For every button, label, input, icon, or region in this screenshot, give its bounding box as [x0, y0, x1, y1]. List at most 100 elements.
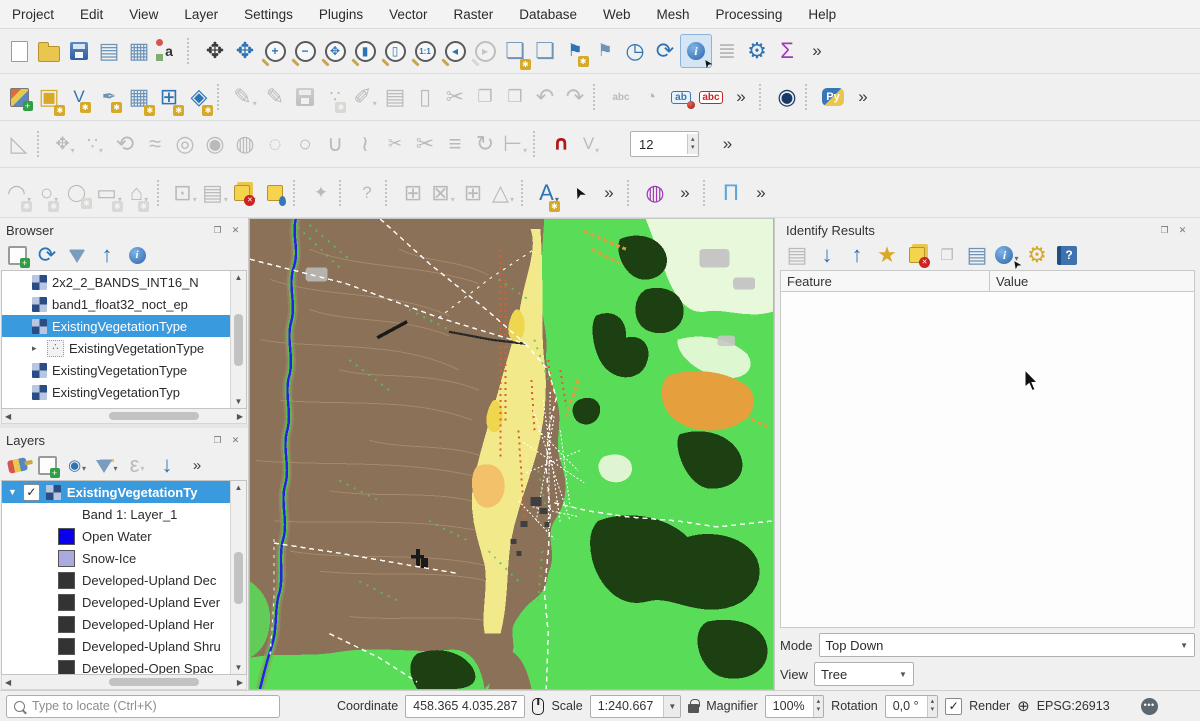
browser-item[interactable]: ExistingVegetationType — [2, 315, 231, 337]
delete-selected-icon[interactable]: ▯ — [410, 81, 440, 113]
style-manager-icon[interactable]: a — [154, 35, 184, 67]
building-plugin-icon[interactable]: Π — [716, 177, 746, 209]
panel-extension-button[interactable]: » — [184, 452, 210, 478]
layout-manager-icon[interactable]: ▦ — [124, 35, 154, 67]
new-3d-map-view-icon[interactable]: ❏ — [530, 35, 560, 67]
deselect-all-icon[interactable]: ▾ — [230, 177, 260, 209]
expand-arrow-icon[interactable]: ▼ — [8, 487, 17, 497]
toolbar-extension-button[interactable]: » — [848, 81, 878, 113]
copy-feature-icon[interactable]: ❐ — [934, 242, 960, 268]
expand-new-results-icon[interactable]: ★ — [874, 242, 900, 268]
open-form-icon[interactable]: ▤ — [784, 242, 810, 268]
toolbar-extension-button[interactable]: » — [594, 177, 624, 209]
toolbar-grip[interactable] — [293, 180, 303, 206]
identify-table-body[interactable] — [780, 292, 1195, 628]
menu-processing[interactable]: Processing — [716, 7, 783, 22]
snapping-tolerance-spinbox[interactable]: 12 ▴▾ — [630, 131, 699, 157]
layers-hscrollbar[interactable]: ◀▶ — [1, 675, 247, 690]
zoom-to-layer-icon[interactable]: ▯ — [380, 35, 410, 67]
new-bookmark-icon[interactable]: ⚑ — [560, 35, 590, 67]
browser-hscrollbar[interactable]: ◀▶ — [1, 409, 247, 424]
new-mesh-layer-icon[interactable]: ⊞ — [154, 81, 184, 113]
legend-item[interactable]: Snow-Ice — [2, 547, 231, 569]
toolbar-grip[interactable] — [533, 131, 543, 157]
toolbar-grip[interactable] — [627, 180, 637, 206]
vertex-tool-icon[interactable]: ✐▾ — [350, 81, 380, 113]
mesh-transform-icon[interactable]: ⊞ — [458, 177, 488, 209]
collapse-all-icon[interactable]: ↑ — [94, 242, 120, 268]
collapse-tree-icon[interactable]: ↑ — [844, 242, 870, 268]
open-project-icon[interactable] — [34, 35, 64, 67]
new-scratch-layer-icon[interactable]: ▦ — [124, 81, 154, 113]
rotate-feature-icon[interactable]: ⟲ — [110, 128, 140, 160]
close-panel-button[interactable]: ✕ — [229, 434, 242, 447]
help-icon[interactable]: ? — [1054, 242, 1080, 268]
coordinate-value[interactable]: 458.365 4.035.287 — [405, 695, 525, 718]
toolbar-grip[interactable] — [37, 131, 47, 157]
trim-extend-icon[interactable]: ⊢▾ — [500, 128, 530, 160]
reshape-features-icon[interactable]: ≀ — [350, 128, 380, 160]
decorations-icon[interactable]: ✦ — [306, 177, 336, 209]
mouse-extents-icon[interactable] — [532, 698, 544, 715]
menu-settings[interactable]: Settings — [244, 7, 293, 22]
toolbar-grip[interactable] — [157, 180, 167, 206]
legend-band[interactable]: Band 1: Layer_1 — [2, 503, 231, 525]
column-feature[interactable]: Feature — [781, 271, 990, 291]
snapping-icon[interactable]: ∪ — [546, 128, 576, 160]
map-themes-icon[interactable]: ◉▾ — [64, 452, 90, 478]
layer-item-selected[interactable]: ▼ ✓ ExistingVegetationTy — [2, 481, 231, 503]
split-features-icon[interactable]: ✂ — [410, 128, 440, 160]
new-print-layout-icon[interactable]: ▤ — [94, 35, 124, 67]
save-project-icon[interactable] — [64, 35, 94, 67]
browser-item[interactable]: ExistingVegetationType — [2, 359, 231, 381]
temporal-controller-icon[interactable]: ◷ — [620, 35, 650, 67]
toolbar-grip[interactable] — [217, 84, 227, 110]
regular-polygon-icon[interactable]: ⌂▾ — [124, 177, 154, 209]
toolbar-grip[interactable] — [703, 180, 713, 206]
simplify-feature-icon[interactable]: ≈ — [140, 128, 170, 160]
delete-part-icon[interactable]: ○ — [290, 128, 320, 160]
menu-view[interactable]: View — [129, 7, 158, 22]
cut-features-icon[interactable]: ✂ — [440, 81, 470, 113]
layer-labeling-icon[interactable]: abc — [606, 81, 636, 113]
circular-string-icon[interactable]: ◠▾ — [4, 177, 34, 209]
digitize-icon[interactable]: ∵ — [320, 81, 350, 113]
toolbar-extension-button[interactable]: » — [670, 177, 700, 209]
menu-mesh[interactable]: Mesh — [657, 7, 690, 22]
select-features-icon[interactable]: ⊡▾ — [170, 177, 200, 209]
toolbar-extension-button[interactable]: » — [802, 35, 832, 67]
show-bookmarks-icon[interactable]: ⚑ — [590, 35, 620, 67]
print-response-icon[interactable]: ▤ — [964, 242, 990, 268]
menu-help[interactable]: Help — [808, 7, 836, 22]
statistical-summary-icon[interactable]: ≣ — [712, 35, 742, 67]
menu-project[interactable]: Project — [12, 7, 54, 22]
cad-dock-icon[interactable]: ◺ — [4, 128, 34, 160]
column-value[interactable]: Value — [990, 274, 1034, 289]
toolbar-grip[interactable] — [759, 84, 769, 110]
zoom-next-icon[interactable]: ▸ — [470, 35, 500, 67]
browser-item[interactable]: band1_float32_noct_ep — [2, 293, 231, 315]
split-parts-icon[interactable]: ✂ — [380, 128, 410, 160]
map-canvas[interactable] — [249, 218, 774, 690]
browser-item[interactable]: 2x2_2_BANDS_INT16_N — [2, 271, 231, 293]
toolbar-grip[interactable] — [187, 38, 197, 64]
add-part-icon[interactable]: ◉ — [200, 128, 230, 160]
crs-value[interactable]: EPSG:26913 — [1037, 699, 1110, 713]
layer-diagram-icon[interactable]: ◔ — [636, 81, 666, 113]
float-panel-button[interactable]: ❐ — [1158, 224, 1171, 237]
filter-legend-icon[interactable]: ▾ — [94, 452, 120, 478]
pan-map-icon[interactable]: ✥ — [200, 35, 230, 67]
menu-plugins[interactable]: Plugins — [319, 7, 363, 22]
snapping-tolerance-value[interactable]: 12 — [631, 137, 687, 152]
rectangle-icon[interactable]: ▭▾ — [94, 177, 124, 209]
chevron-down-icon[interactable]: ▼ — [663, 696, 680, 717]
sigma-statistics-icon[interactable]: Σ — [772, 35, 802, 67]
mesh-force-icon[interactable]: △▾ — [488, 177, 518, 209]
add-selected-layers-icon[interactable] — [4, 242, 30, 268]
magnifier-spinbox[interactable]: 100% ▴▾ — [765, 695, 825, 718]
mesh-digitizing-icon[interactable]: ⊞ — [398, 177, 428, 209]
toolbar-grip[interactable] — [521, 180, 531, 206]
identify-features-icon[interactable]: i — [680, 34, 712, 68]
new-virtual-layer-icon[interactable]: ◈ — [184, 81, 214, 113]
paste-features-icon[interactable]: ❒ — [500, 81, 530, 113]
